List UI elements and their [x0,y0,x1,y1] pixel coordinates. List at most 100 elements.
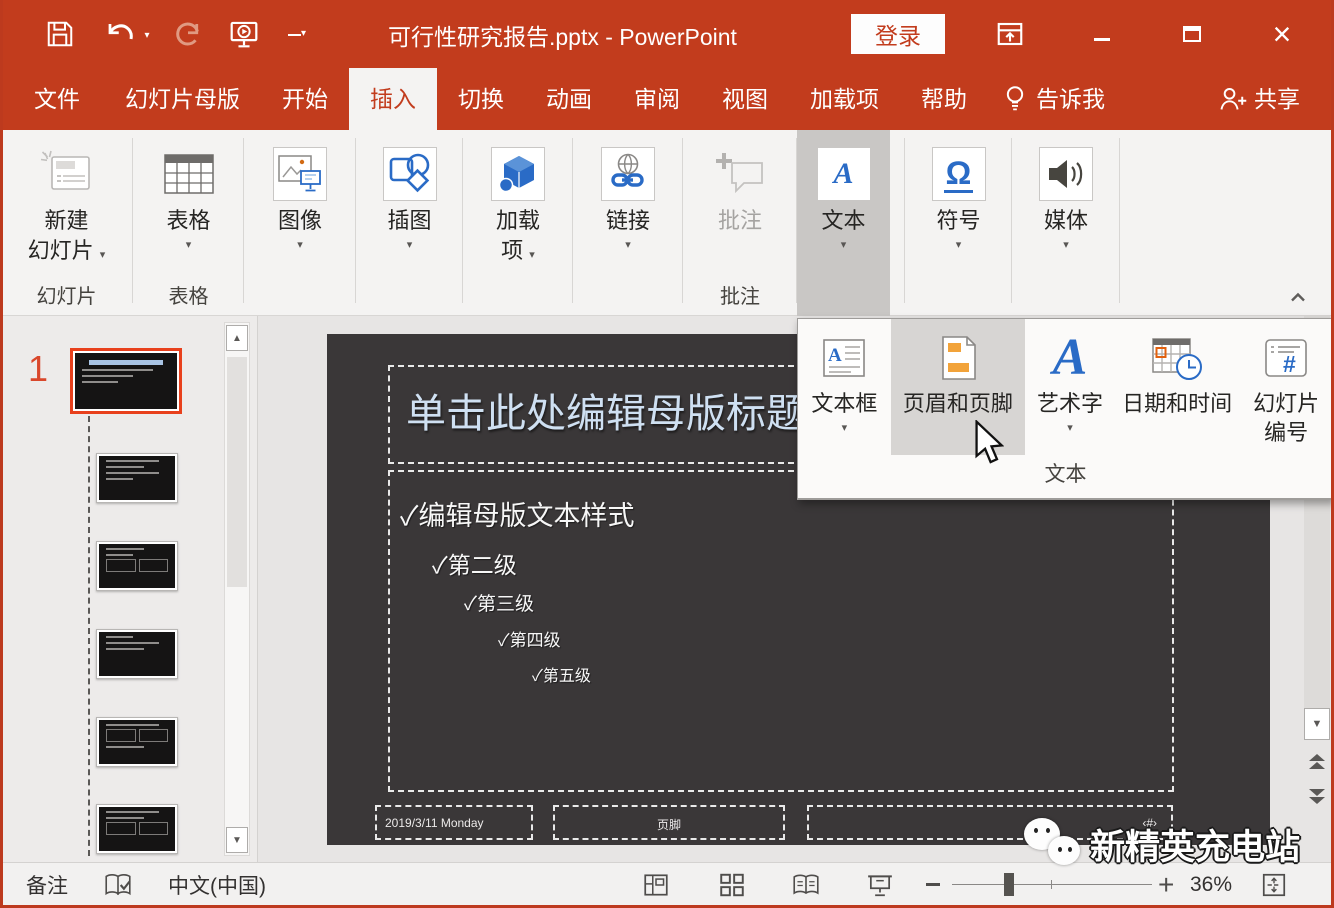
bullet-level-4: ✓第四级 [498,626,561,651]
media-label: 媒体 [1044,206,1088,236]
images-button[interactable]: 图像 ▾ [244,130,356,286]
undo-icon [105,20,135,48]
undo-button[interactable] [102,16,138,52]
reading-view-button[interactable] [790,863,822,906]
maximize-button[interactable] [1172,16,1212,52]
speaker-icon [1043,153,1089,195]
addins-button[interactable]: 加载 项 ▾ [463,130,573,286]
previous-slide-button[interactable] [1307,754,1327,775]
addins-label-line2: 项 [501,238,523,263]
thumb-content-line [89,360,162,365]
group-links: 链接 ▾ [573,130,683,315]
body-placeholder[interactable]: ✓编辑母版文本样式 ✓第二级 ✓第三级 ✓第四级 ✓第五级 [388,470,1174,792]
text-button[interactable]: A 文本 ▾ [797,130,890,286]
language-button[interactable]: 中文(中国) [168,863,266,906]
thumb-content-line [106,472,159,474]
scrollbar-thumb[interactable] [227,357,247,587]
redo-button-disabled [170,16,206,52]
layout-thumbnail[interactable] [96,541,178,591]
undo-dropdown-caret[interactable]: ▾ [140,28,154,42]
tab-share[interactable]: 共享 [1248,68,1308,130]
customize-qat-button[interactable]: ▾ [288,22,306,46]
collapse-ribbon-icon [1290,292,1306,302]
link-button[interactable]: 链接 ▾ [573,130,683,286]
datetime-menu-item[interactable]: 日期和时间 [1115,319,1240,455]
layout-thumbnail[interactable] [96,629,178,679]
footer-placeholder[interactable]: 页脚 [553,805,785,840]
illustrations-button[interactable]: 插图 ▾ [356,130,463,286]
minimize-icon [1094,38,1110,41]
group-images: 图像 ▾ [244,130,356,315]
ribbon-display-options-icon [995,19,1025,49]
ribbon-empty-area [1120,130,1334,315]
scroll-up-button[interactable]: ▲ [226,325,248,351]
lightbulb-icon [1002,84,1028,114]
tab-transitions[interactable]: 切换 [437,68,525,130]
header-footer-menu-item[interactable]: 页眉和页脚 [891,319,1026,455]
slide-number-menu-item[interactable]: # 幻灯片 编号 [1239,319,1333,455]
thumb-content-line [106,724,159,726]
zoom-slider-track[interactable] [952,884,1152,885]
svg-text:A: A [828,345,842,366]
thumb-content-line [106,817,144,819]
ribbon-tab-row: 文件 幻灯片母版 开始 插入 切换 动画 审阅 视图 加载项 帮助 告诉我 共享 [0,68,1334,130]
thumbnail-scrollbar[interactable]: ▲ ▼ [224,322,250,856]
login-button[interactable]: 登录 [851,14,945,54]
powerpoint-window: ▾ ▾ 可行性研究报告.pptx - PowerPoint 登录 × 文件 幻灯… [0,0,1334,908]
next-slide-button[interactable] [1307,788,1327,809]
ribbon-display-options-button[interactable] [990,16,1030,52]
table-button[interactable]: 表格 ▾ [133,130,244,286]
layout-thumbnail[interactable] [96,804,178,854]
watermark-text: 新精英充电站 [1090,819,1300,870]
mouse-cursor [972,420,1004,466]
dropdown-arrow: ▾ [1063,238,1069,251]
tab-slide-master[interactable]: 幻灯片母版 [104,68,261,130]
layout-thumbnail[interactable] [96,453,178,503]
tab-animations[interactable]: 动画 [525,68,613,130]
wordart-menu-item[interactable]: A 艺术字 ▾ [1025,319,1115,455]
date-placeholder[interactable]: 2019/3/11 Monday [375,805,533,840]
textbox-menu-item[interactable]: A 文本框 ▾ [798,319,891,455]
group-label-tables: 表格 [133,280,244,309]
spell-check-button[interactable] [103,863,133,906]
new-slide-button[interactable]: 新建 幻灯片 ▾ [0,130,133,286]
bullet-level-3: ✓第三级 [464,589,534,616]
group-label-slides: 幻灯片 [0,280,133,309]
scroll-down-button[interactable]: ▼ [1304,708,1330,740]
title-bar: ▾ ▾ 可行性研究报告.pptx - PowerPoint 登录 × [0,0,1334,68]
layout-connector-line [88,416,90,856]
minimize-button[interactable] [1082,16,1122,52]
dropdown-arrow: ▾ [100,249,106,261]
layout-thumbnail[interactable] [96,717,178,767]
notes-button[interactable]: 备注 [26,863,68,906]
zoom-slider-thumb[interactable] [1004,873,1014,896]
save-button[interactable] [42,16,78,52]
comment-button-disabled: 批注 [683,130,797,286]
tab-addins[interactable]: 加载项 [789,68,900,130]
dropdown-arrow: ▾ [186,238,192,251]
zoom-slider-center-tick [1051,880,1052,889]
tab-tell-me[interactable]: 告诉我 [1028,68,1126,130]
wechat-icon [1022,816,1082,872]
tab-help[interactable]: 帮助 [900,68,988,130]
start-slideshow-button[interactable] [226,16,262,52]
double-up-icon [1307,754,1327,770]
tab-view[interactable]: 视图 [701,68,789,130]
tab-file[interactable]: 文件 [10,68,104,130]
symbol-button[interactable]: Ω 符号 ▾ [905,130,1012,286]
slideshow-view-button[interactable] [864,863,896,906]
scroll-down-button[interactable]: ▼ [226,827,248,853]
tab-insert[interactable]: 插入 [349,68,437,130]
zoom-out-button[interactable] [926,863,946,906]
tab-review[interactable]: 审阅 [613,68,701,130]
slide-sorter-view-button[interactable] [716,863,748,906]
tab-home[interactable]: 开始 [261,68,349,130]
document-title: 可行性研究报告.pptx - PowerPoint [388,18,737,52]
master-slide-thumbnail-selected[interactable] [70,348,182,414]
collapse-ribbon-button[interactable] [1290,289,1306,307]
normal-view-button[interactable] [640,863,672,906]
close-button[interactable]: × [1262,16,1302,52]
group-slides: 新建 幻灯片 ▾ 幻灯片 [0,130,133,315]
media-button[interactable]: 媒体 ▾ [1012,130,1120,286]
datetime-label: 日期和时间 [1122,389,1232,418]
